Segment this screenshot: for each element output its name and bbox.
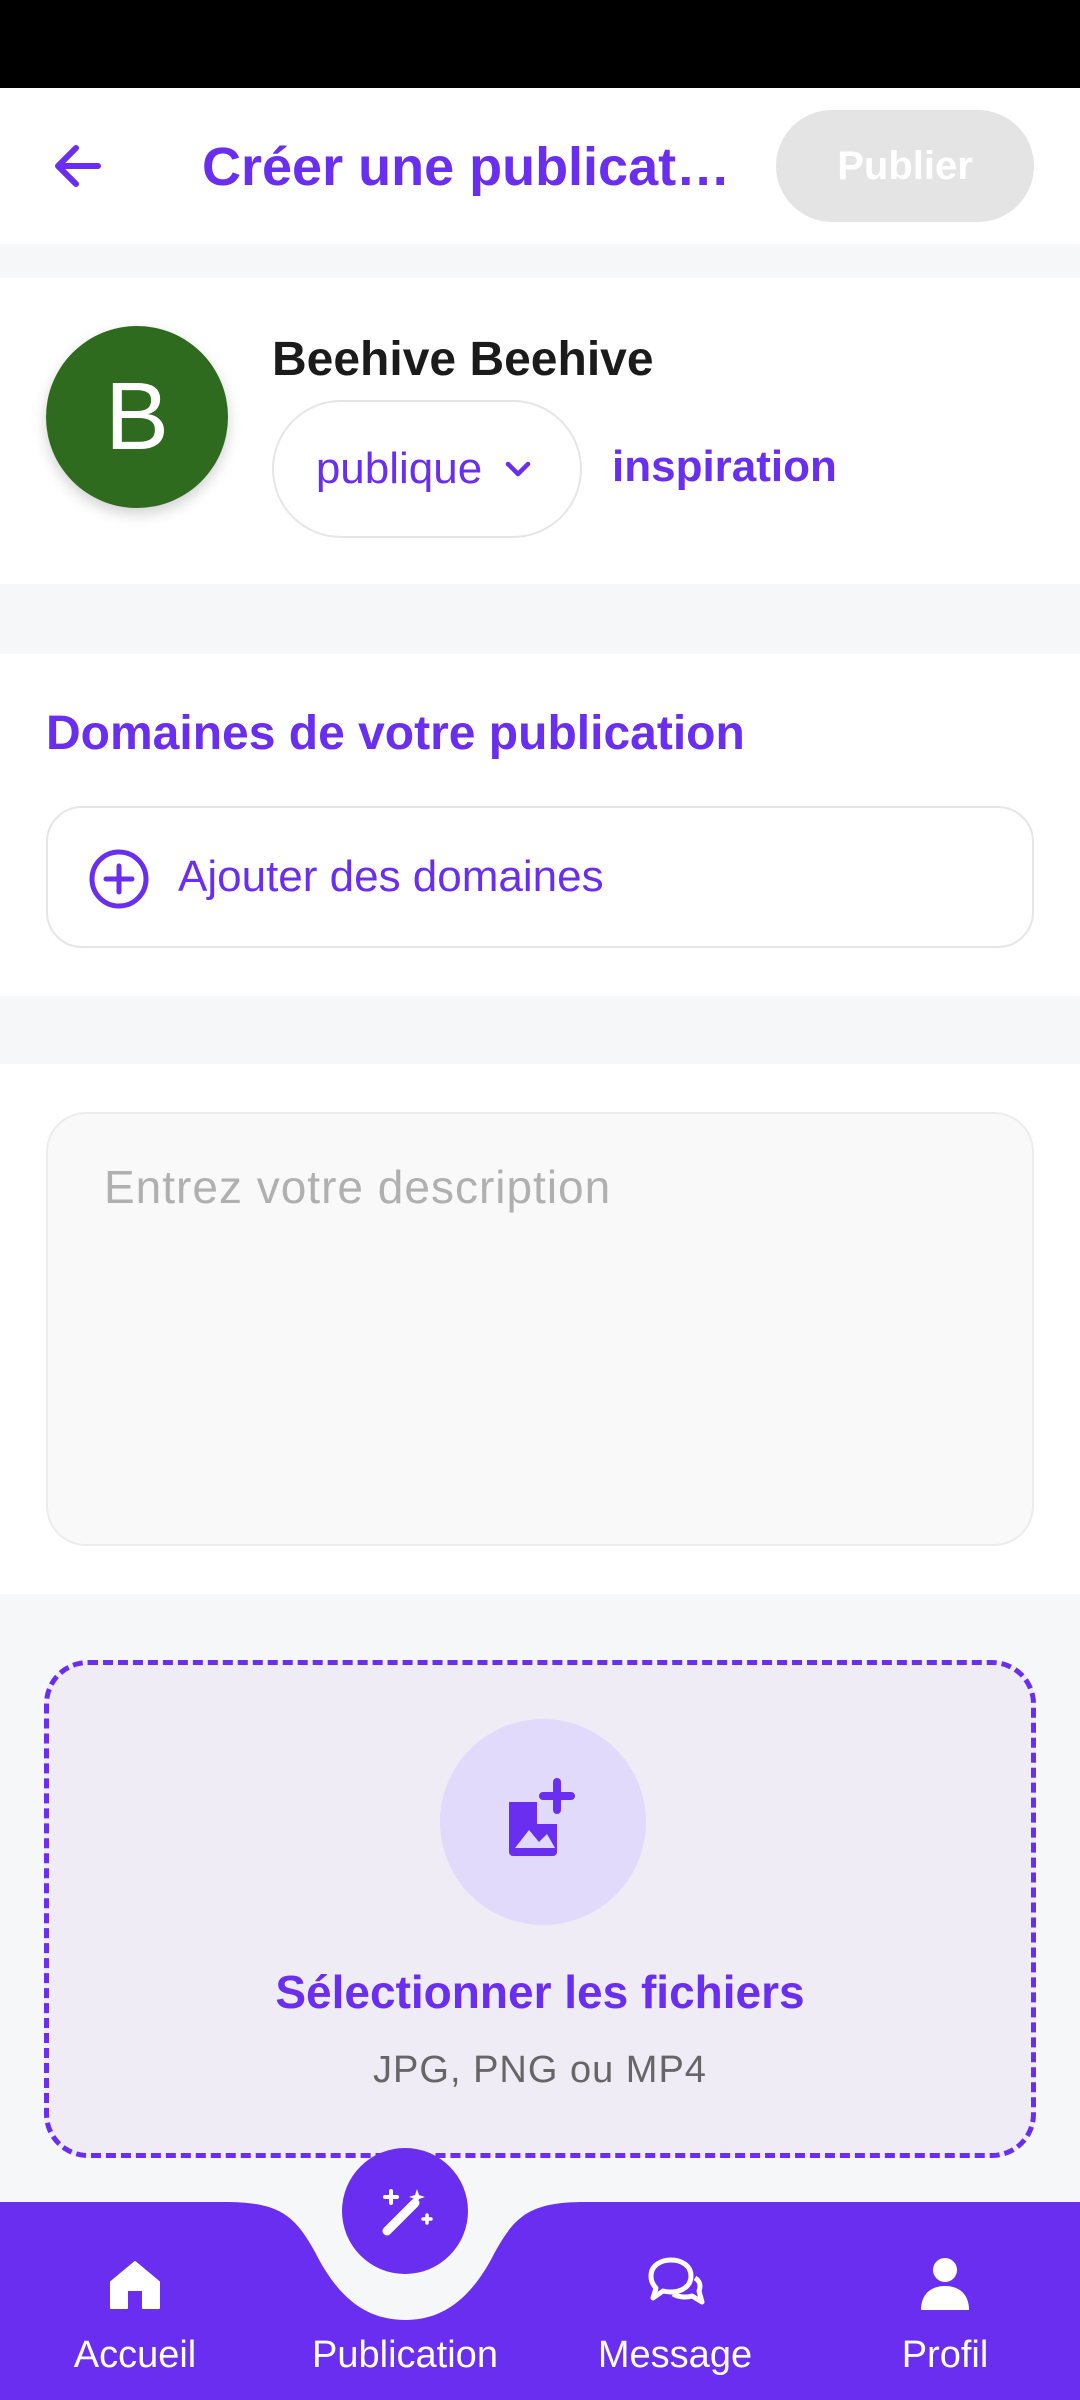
add-domains-label: Ajouter des domaines: [178, 852, 604, 901]
author-name: Beehive Beehive: [272, 333, 654, 386]
file-upload-area[interactable]: Sélectionner les fichiers JPG, PNG ou MP…: [44, 1660, 1036, 2158]
nav-label: Publication: [312, 2334, 498, 2376]
nav-item-profil[interactable]: Profil: [845, 2202, 1045, 2400]
visibility-dropdown[interactable]: publique: [272, 400, 582, 538]
add-domains-button[interactable]: Ajouter des domaines: [46, 806, 1034, 948]
domains-section: Domaines de votre publication Ajouter de…: [0, 654, 1080, 996]
magic-wand-icon: [382, 2189, 433, 2236]
upload-formats: JPG, PNG ou MP4: [373, 2049, 707, 2091]
nav-label: Accueil: [73, 2334, 197, 2376]
page-title: Créer une publication: [202, 137, 732, 197]
avatar: B: [46, 326, 228, 508]
bottom-navigation: Accueil Publication Message Profil: [0, 2202, 1080, 2400]
visibility-value: publique: [315, 444, 483, 493]
app-bar: Créer une publication Publier: [0, 88, 1080, 244]
nav-label: Profil: [901, 2334, 989, 2376]
home-icon: [110, 2261, 160, 2309]
status-bar: [0, 0, 1080, 88]
nav-item-message[interactable]: Message: [575, 2202, 775, 2400]
person-icon: [921, 2258, 969, 2310]
inspiration-link[interactable]: inspiration: [612, 442, 837, 492]
upload-title: Sélectionner les fichiers: [275, 1966, 805, 2018]
create-publication-fab[interactable]: [342, 2148, 468, 2274]
arrow-left-icon: [55, 145, 101, 187]
back-button[interactable]: [40, 126, 120, 206]
domains-title: Domaines de votre publication: [46, 707, 745, 760]
upload-icon-container: [440, 1719, 646, 1925]
publish-button[interactable]: Publier: [776, 110, 1034, 222]
add-photo-icon: [509, 1778, 575, 1856]
description-input[interactable]: [46, 1112, 1034, 1546]
chat-icon: [648, 2257, 705, 2305]
description-section: [0, 1064, 1080, 1594]
author-section: B Beehive Beehive publique inspiration: [0, 278, 1080, 584]
add-circle-icon: [89, 849, 149, 909]
nav-label: Message: [597, 2334, 753, 2376]
nav-item-accueil[interactable]: Accueil: [35, 2202, 235, 2400]
chevron-down-icon: [505, 461, 531, 477]
